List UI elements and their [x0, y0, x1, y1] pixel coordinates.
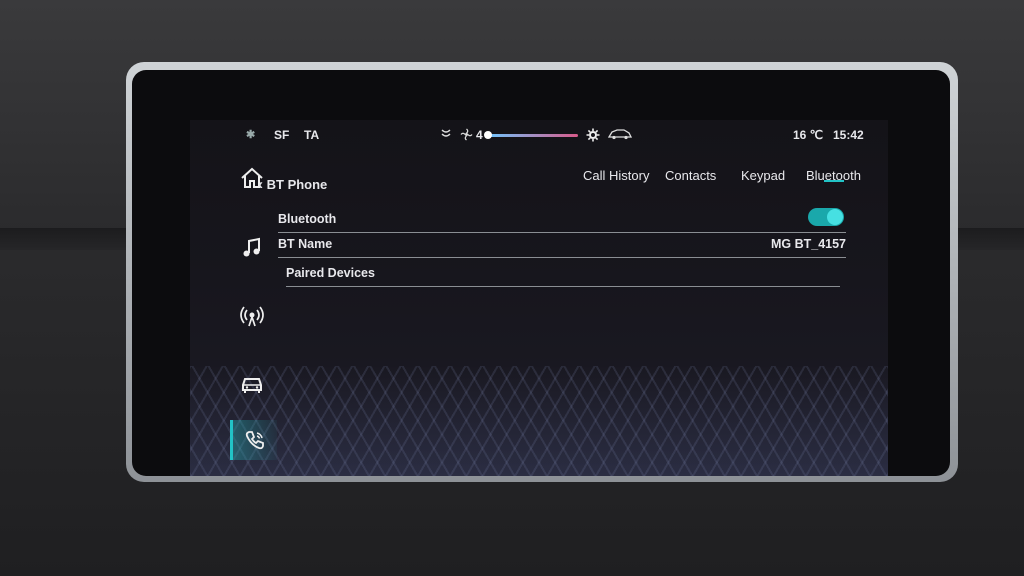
- bluetooth-toggle-knob: [827, 209, 843, 225]
- background-floor-pattern: [190, 366, 888, 476]
- fan-speed-slider[interactable]: [486, 134, 578, 137]
- chevron-left-icon: ‹: [258, 176, 263, 193]
- car-icon: [240, 373, 264, 395]
- paired-devices-label: Paired Devices: [286, 266, 375, 280]
- phone-icon: [244, 429, 266, 451]
- infotainment-screen: ✱ SF TA 4 16 ℃ 15:42 ‹ BT Phone Call His…: [190, 120, 888, 476]
- bluetooth-toggle[interactable]: [808, 208, 844, 226]
- paired-devices-row[interactable]: Paired Devices: [286, 262, 840, 287]
- bluetooth-status-icon: ✱: [246, 129, 256, 141]
- sidebar-item-music[interactable]: [230, 228, 274, 268]
- tab-contacts[interactable]: Contacts: [665, 168, 716, 183]
- fan-speed-slider-knob[interactable]: [484, 131, 492, 139]
- tab-keypad[interactable]: Keypad: [741, 168, 785, 183]
- active-tab-indicator: [824, 180, 844, 182]
- fan-icon[interactable]: [460, 128, 473, 141]
- clock: 15:42: [833, 128, 864, 142]
- app-sidebar: [230, 158, 277, 476]
- fan-level: 4: [476, 128, 483, 142]
- bt-name-row[interactable]: BT Name MG BT_4157: [278, 233, 846, 258]
- music-icon: [241, 237, 263, 259]
- status-bar: ✱ SF TA 4 16 ℃ 15:42: [190, 120, 888, 150]
- tab-call-history[interactable]: Call History: [583, 168, 649, 183]
- back-button[interactable]: ‹ BT Phone: [258, 176, 327, 193]
- bluetooth-row: Bluetooth: [278, 208, 846, 233]
- bluetooth-label: Bluetooth: [278, 212, 337, 226]
- outside-temperature: 16 ℃: [793, 128, 824, 142]
- settings-gear-icon[interactable]: [586, 128, 600, 142]
- sf-indicator: SF: [274, 128, 290, 142]
- bt-name-label: BT Name: [278, 237, 333, 251]
- airflow-icon[interactable]: [440, 128, 452, 140]
- ta-indicator: TA: [304, 128, 320, 142]
- vehicle-status-icon[interactable]: [608, 128, 632, 140]
- sidebar-item-phone[interactable]: [230, 420, 277, 460]
- bt-name-value: MG BT_4157: [770, 237, 846, 251]
- sidebar-item-radio[interactable]: [230, 296, 274, 336]
- page-title: BT Phone: [266, 177, 328, 192]
- sidebar-item-vehicle[interactable]: [230, 364, 274, 404]
- radio-icon: [240, 305, 264, 327]
